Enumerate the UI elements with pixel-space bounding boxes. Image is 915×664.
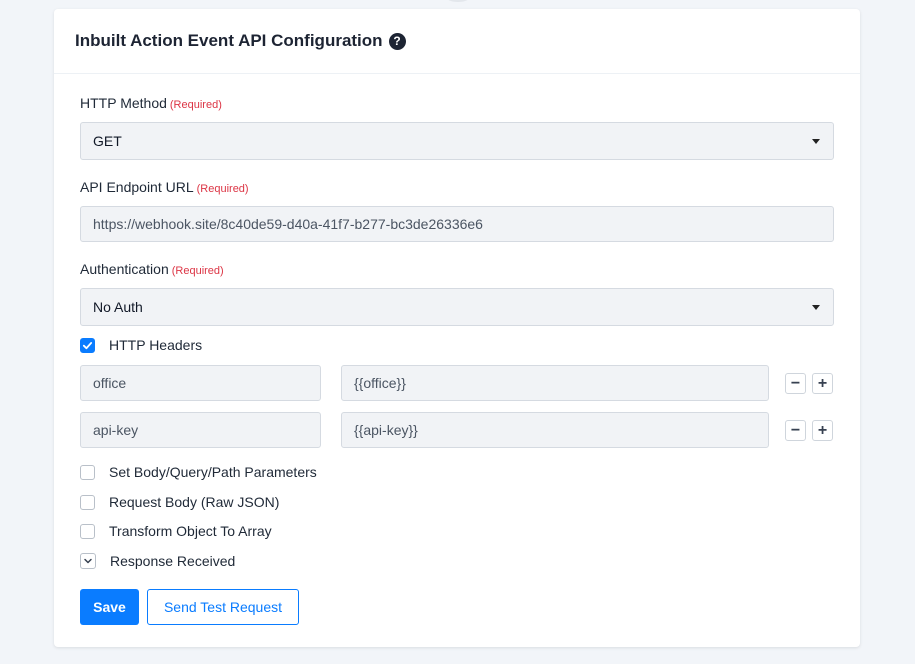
endpoint-label: API Endpoint URL (Required) xyxy=(80,179,249,195)
http-method-label: HTTP Method (Required) xyxy=(80,95,222,111)
authentication-label: Authentication (Required) xyxy=(80,261,224,277)
response-received-option[interactable]: Response Received xyxy=(80,553,235,569)
check-icon xyxy=(82,341,93,349)
remove-header-button[interactable]: − xyxy=(785,420,806,441)
header-key-input[interactable]: api-key xyxy=(80,412,321,448)
http-method-label-text: HTTP Method xyxy=(80,95,167,111)
endpoint-url-value: https://webhook.site/8c40de59-d40a-41f7-… xyxy=(93,216,483,232)
http-method-select[interactable]: GET xyxy=(80,122,834,160)
send-test-request-button[interactable]: Send Test Request xyxy=(147,589,299,625)
remove-header-button[interactable]: − xyxy=(785,373,806,394)
set-body-params-label: Set Body/Query/Path Parameters xyxy=(109,464,317,480)
page-title: Inbuilt Action Event API Configuration xyxy=(75,31,383,50)
question-circle-icon[interactable]: ? xyxy=(388,32,406,50)
set-body-params-checkbox[interactable] xyxy=(80,464,95,480)
chevron-down-icon xyxy=(84,558,92,564)
header-value-value: {{office}} xyxy=(354,375,406,391)
required-tag: (Required) xyxy=(196,183,249,195)
http-method-value: GET xyxy=(93,133,122,149)
header-value-input[interactable]: {{api-key}} xyxy=(341,412,769,448)
authentication-value: No Auth xyxy=(93,299,143,315)
caret-down-icon xyxy=(812,305,820,310)
http-headers-label: HTTP Headers xyxy=(109,337,203,353)
authentication-select[interactable]: No Auth xyxy=(80,288,834,326)
header-value-input[interactable]: {{office}} xyxy=(341,365,769,401)
caret-down-icon xyxy=(812,139,820,144)
api-config-card: Inbuilt Action Event API Configuration ?… xyxy=(54,9,860,647)
add-header-button[interactable]: + xyxy=(812,420,833,441)
endpoint-label-text: API Endpoint URL xyxy=(80,179,194,195)
transform-object-checkbox[interactable] xyxy=(80,523,95,539)
header-key-value: office xyxy=(93,375,127,391)
add-header-button[interactable]: + xyxy=(812,373,833,394)
http-headers-checkbox[interactable] xyxy=(80,337,95,353)
response-received-label: Response Received xyxy=(110,553,236,569)
header-key-input[interactable]: office xyxy=(80,365,321,401)
save-button[interactable]: Save xyxy=(80,589,139,625)
required-tag: (Required) xyxy=(169,99,222,111)
endpoint-url-input[interactable]: https://webhook.site/8c40de59-d40a-41f7-… xyxy=(80,206,834,242)
header-key-value: api-key xyxy=(93,422,139,438)
transform-object-label: Transform Object To Array xyxy=(109,523,272,539)
required-tag: (Required) xyxy=(171,265,224,277)
header-value-value: {{api-key}} xyxy=(354,422,418,438)
card-header: Inbuilt Action Event API Configuration ? xyxy=(54,9,860,74)
request-body-checkbox[interactable] xyxy=(80,494,95,510)
top-decoration xyxy=(446,0,470,2)
response-received-toggle[interactable] xyxy=(80,553,96,569)
http-headers-toggle[interactable]: HTTP Headers xyxy=(80,337,202,353)
request-body-label: Request Body (Raw JSON) xyxy=(109,494,280,510)
request-body-option[interactable]: Request Body (Raw JSON) xyxy=(80,494,279,510)
authentication-label-text: Authentication xyxy=(80,261,169,277)
set-body-params-option[interactable]: Set Body/Query/Path Parameters xyxy=(80,464,317,480)
transform-object-option[interactable]: Transform Object To Array xyxy=(80,523,272,539)
